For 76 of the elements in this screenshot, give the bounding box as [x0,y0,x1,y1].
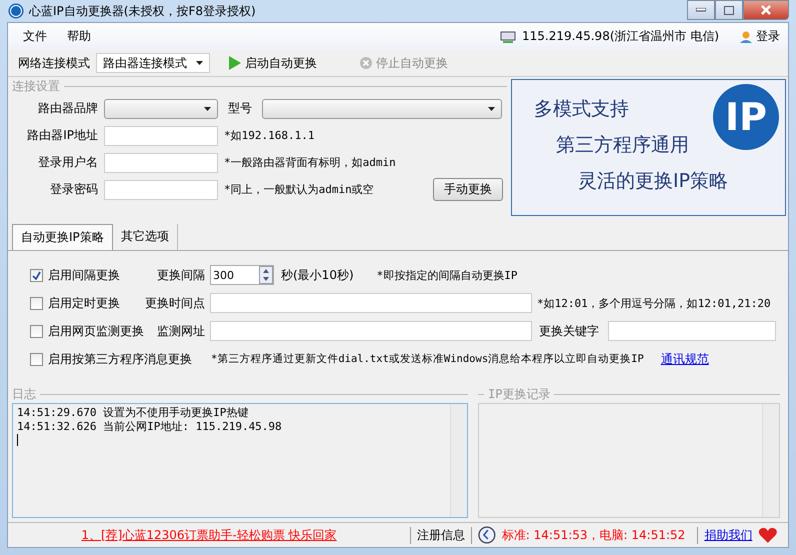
field-label: 监测网址 [157,322,205,340]
window-title: 心蓝IP自动更换器(未授权，按F8登录授权) [29,2,256,20]
close-icon [760,5,772,15]
ad-link[interactable]: 1、[荐]心蓝12306订票助手-轻松购票 快乐回家 [81,528,337,542]
donate-link[interactable]: 捐助我们 [697,526,752,544]
dropdown-arrow-icon [488,106,495,110]
input-field[interactable] [104,126,218,146]
field-label: 型号 [228,100,252,117]
mode-label: 网络连接模式 [18,54,90,72]
spec-link[interactable]: 通讯规范 [660,350,709,368]
unit-text: 秒(最小10秒) [281,266,354,284]
tab[interactable]: 自动更换IP策略 [12,224,113,250]
field-label: 路由器IP地址 [26,127,98,144]
group-title: IP更换记录 [488,386,550,402]
scrollbar[interactable] [762,404,779,517]
input-field[interactable] [104,152,218,172]
checkbox[interactable] [30,268,43,282]
time-status: 标准: 14:51:53，电脑: 14:51:52 [502,526,686,544]
menu-item[interactable]: 帮助 [60,28,98,45]
field-label: 更换间隔 [157,266,205,284]
stop-icon [359,56,373,70]
checkbox-label: 启用定时更换 [48,294,120,312]
minimize-button[interactable] [687,0,715,20]
dropdown-arrow-icon [196,61,203,65]
field-label: 路由器品牌 [37,100,98,117]
field-hint: *如12:01，多个用逗号分隔，如12:01,21:20 [537,296,771,310]
minimize-icon [696,8,706,12]
field-hint: *如192.168.1.1 [224,128,314,143]
checkbox-label: 启用按第三方程序消息更换 [48,350,192,368]
field-hint: *第三方程序通过更新文件dial.txt或发送标准Windows消息给本程序以立即自动更换IP [211,352,644,366]
maximize-button[interactable] [715,0,743,20]
maximize-icon [724,6,734,14]
input-field[interactable] [210,321,532,341]
banner-text: 灵活的更换IP策略 [578,170,728,192]
checkbox-label: 启用间隔更换 [48,266,120,284]
brand-dropdown[interactable] [104,98,218,118]
group-title: 日志 [12,386,36,402]
clock-icon [478,526,496,544]
group-title: 连接设置 [12,78,60,94]
checkbox[interactable] [30,296,43,310]
heart-icon [758,526,778,544]
field-label: 更换关键字 [539,322,599,340]
field-hint: *一般路由器背面有标明，如admin [224,155,396,170]
interval-spinner[interactable]: 300 [210,265,274,285]
input-field[interactable] [608,321,776,341]
banner-text: 多模式支持 [534,98,629,120]
checkbox[interactable] [30,324,43,338]
input-field[interactable] [104,180,218,200]
mode-dropdown[interactable]: 路由器连接模式 [96,53,210,73]
play-icon [228,55,242,71]
checkbox[interactable] [30,352,43,366]
app-logo-icon [8,3,24,19]
input-field[interactable] [210,293,532,313]
login-button[interactable]: 登录 [739,28,780,45]
manual-change-button[interactable]: 手动更换 [433,178,503,201]
field-label: 登录密码 [49,181,98,198]
scrollbar[interactable] [450,404,467,517]
log-line: 14:51:32.626 当前公网IP地址: 115.219.45.98 [17,420,283,434]
field-hint: *即按指定的间隔自动更换IP [376,268,518,282]
model-dropdown[interactable] [262,98,502,118]
close-button[interactable] [743,0,789,20]
field-hint: *同上，一般默认为admin或空 [224,182,374,197]
log-line: 14:51:29.670 设置为不使用手动更换IP热键 [17,406,250,420]
menu-item[interactable]: 文件 [16,28,54,45]
checkbox-label: 启用网页监测更换 [48,322,144,340]
register-info[interactable]: 注册信息 [417,526,472,544]
network-icon [500,30,516,42]
dropdown-arrow-icon [204,106,211,110]
banner-text: 第三方程序通用 [556,134,689,156]
ip-logo: IP [713,84,779,150]
user-icon [739,30,753,44]
start-button[interactable]: 启动自动更换 [220,54,325,72]
ip-status: 115.219.45.98(浙江省温州市 电信) [522,28,719,45]
field-label: 更换时间点 [145,294,205,312]
field-label: 登录用户名 [37,154,98,171]
tab[interactable]: 其它选项 [112,224,178,250]
